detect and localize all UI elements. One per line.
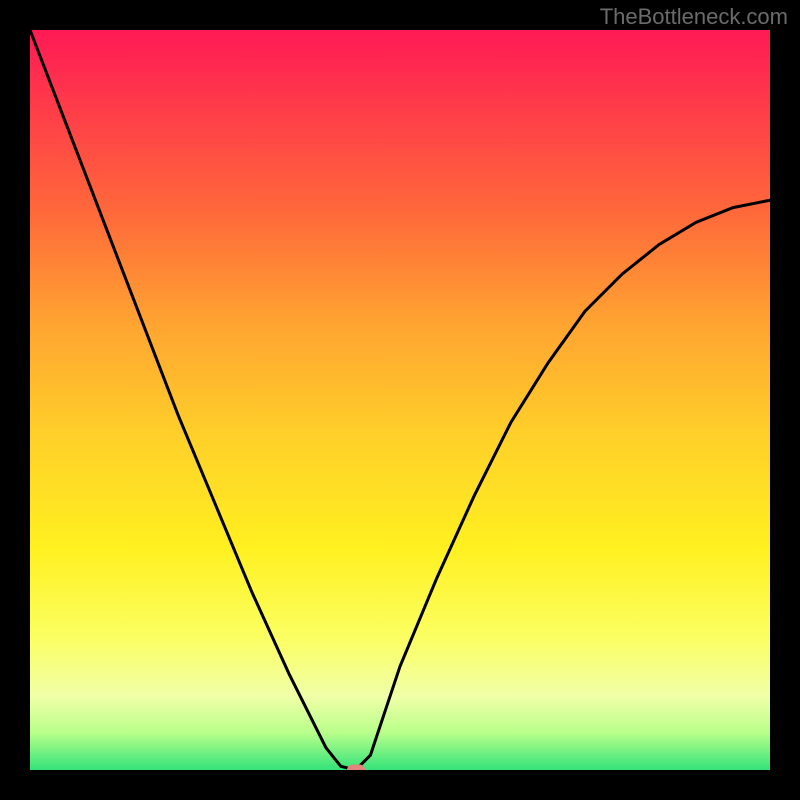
bottleneck-curve [30, 30, 770, 770]
plot-area [30, 30, 770, 770]
curve-svg [30, 30, 770, 770]
optimum-marker [347, 765, 365, 771]
chart-frame: TheBottleneck.com [0, 0, 800, 800]
watermark-text: TheBottleneck.com [600, 4, 788, 30]
